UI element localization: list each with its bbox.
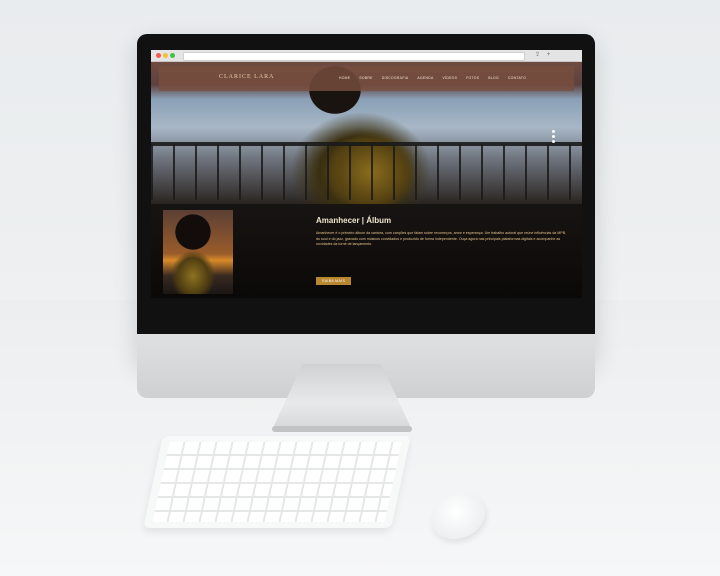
nav-item-agenda[interactable]: AGENDA <box>417 76 433 80</box>
close-window-icon[interactable] <box>156 53 161 58</box>
nav-item-sobre[interactable]: SOBRE <box>359 76 372 80</box>
minimize-window-icon[interactable] <box>163 53 168 58</box>
nav-item-fotos[interactable]: FOTOS <box>466 76 479 80</box>
album-title: Amanhecer | Álbum <box>316 216 392 225</box>
album-text: Amanhecer | Álbum Amanhecer é o primeiro… <box>316 216 571 287</box>
site-logo[interactable]: CLARICE LARA <box>219 74 275 80</box>
screen: ⇪ + CLARICE LARA HOME SOBRE DISCOGRAFIA … <box>151 50 582 298</box>
nav-item-discografia[interactable]: DISCOGRAFIA <box>382 76 409 80</box>
saiba-mais-button[interactable]: SAIBA MAIS <box>316 277 352 285</box>
keyboard-key-rows <box>152 442 402 522</box>
site-navbar: CLARICE LARA HOME SOBRE DISCOGRAFIA AGEN… <box>159 66 574 91</box>
nav-item-blog[interactable]: BLOG <box>488 76 499 80</box>
share-icon[interactable]: ⇪ <box>534 52 541 59</box>
nav-menu: HOME SOBRE DISCOGRAFIA AGENDA VÍDEOS FOT… <box>339 76 526 80</box>
nav-item-contato[interactable]: CONTATO <box>508 76 526 80</box>
album-cover-image[interactable] <box>163 210 233 294</box>
album-section: Amanhecer | Álbum Amanhecer é o primeiro… <box>151 204 582 298</box>
hero-banner: CLARICE LARA HOME SOBRE DISCOGRAFIA AGEN… <box>151 62 582 204</box>
address-bar[interactable] <box>183 52 525 61</box>
hero-railing <box>151 144 582 200</box>
maximize-window-icon[interactable] <box>170 53 175 58</box>
nav-item-videos[interactable]: VÍDEOS <box>443 76 458 80</box>
album-description: Amanhecer é o primeiro álbum da cantora,… <box>316 231 567 247</box>
keyboard[interactable] <box>143 436 411 528</box>
carousel-dots-icon[interactable] <box>552 130 555 143</box>
nav-item-home[interactable]: HOME <box>339 76 350 80</box>
monitor-stand-base <box>272 426 412 432</box>
browser-toolbar: ⇪ + <box>151 50 582 62</box>
new-tab-icon[interactable]: + <box>545 52 552 59</box>
